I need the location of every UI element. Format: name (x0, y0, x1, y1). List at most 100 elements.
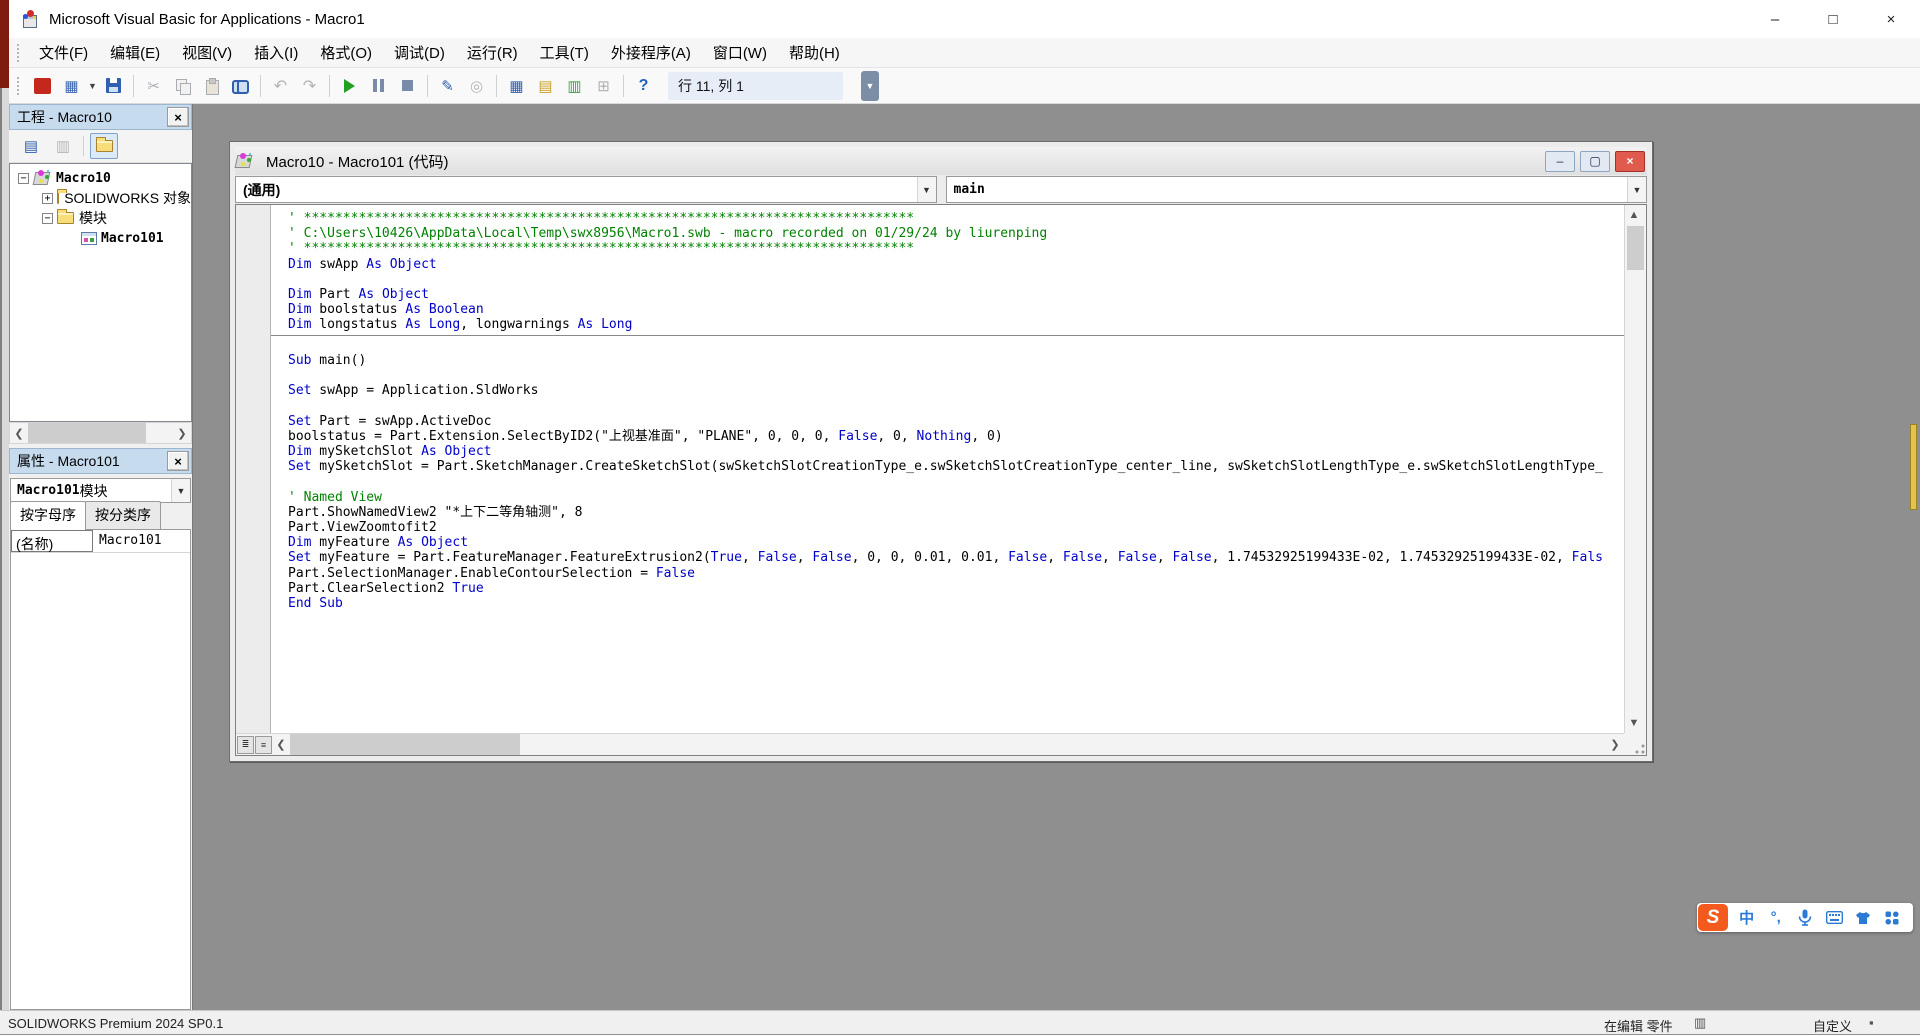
project-panel-close-button[interactable]: × (167, 107, 189, 127)
tree-expander[interactable]: + (42, 193, 53, 204)
code-line: Dim swApp As Object (288, 257, 1624, 272)
property-row[interactable]: (名称)Macro101 (11, 530, 190, 553)
help-button[interactable]: ? (630, 72, 657, 99)
object-type: 模块 (80, 481, 108, 501)
properties-panel-close-button[interactable]: × (167, 451, 189, 471)
code-window-restore-button[interactable]: ▢ (1580, 151, 1610, 172)
scroll-up-icon[interactable]: ▲ (1625, 205, 1643, 225)
status-customize[interactable]: 自定义 (1813, 1016, 1852, 1035)
menu-window[interactable]: 窗口(W) (702, 38, 778, 67)
tree-item-solidworks-[interactable]: +SOLIDWORKS 对象 (10, 188, 191, 208)
code-window-minimize-button[interactable]: – (1545, 151, 1575, 172)
status-pane-icon[interactable]: ▥ (1694, 1015, 1706, 1031)
tab-按字母序[interactable]: 按字母序 (10, 501, 86, 530)
redo-button[interactable]: ↷ (296, 72, 323, 99)
property-name-cell[interactable]: (名称) (11, 530, 93, 552)
menu-help[interactable]: 帮助(H) (778, 38, 851, 67)
close-button[interactable]: × (1862, 0, 1920, 38)
object-browser-button[interactable]: ▥ (561, 72, 588, 99)
menu-insert[interactable]: 插入(I) (243, 38, 309, 67)
resize-grip[interactable] (1624, 733, 1646, 755)
tree-expander[interactable]: − (18, 173, 29, 184)
reset-button[interactable] (394, 72, 421, 99)
run-macro-button[interactable] (336, 72, 363, 99)
view-code-button[interactable]: ▤ (17, 133, 45, 159)
voice-icon[interactable] (1790, 909, 1819, 926)
design-mode-button[interactable]: ✎ (434, 72, 461, 99)
keyboard-icon[interactable] (1820, 911, 1849, 924)
minimize-button[interactable]: – (1746, 0, 1804, 38)
code-editor[interactable]: ' **************************************… (235, 204, 1647, 756)
toolbox-icon[interactable] (1878, 911, 1907, 925)
project-tree: −Macro10+SOLIDWORKS 对象−模块Macro101 (9, 163, 192, 422)
code-window-titlebar[interactable]: Macro10 - Macro101 (代码) – ▢ × (235, 147, 1647, 175)
toolbar-overflow-button[interactable]: ▼ (861, 71, 879, 101)
menu-addins[interactable]: 外接程序(A) (600, 38, 702, 67)
code-vertical-scrollbar[interactable]: ▲ ▼ (1624, 205, 1646, 733)
scrollbar-thumb[interactable] (290, 734, 520, 755)
view-object-button[interactable]: ▥ (49, 133, 77, 159)
menu-file[interactable]: 文件(F) (28, 38, 99, 67)
cut-button[interactable]: ✂ (140, 72, 167, 99)
tree-item--[interactable]: −模块 (10, 208, 191, 228)
break-button[interactable] (365, 72, 392, 99)
properties-window-button[interactable]: ▤ (532, 72, 559, 99)
view-solidworks-button[interactable] (29, 72, 56, 99)
code-horizontal-scrollbar[interactable]: ≣ ≡ ❮ ❯ (236, 733, 1624, 755)
tab-按分类序[interactable]: 按分类序 (85, 501, 161, 529)
full-module-view-button[interactable]: ≣ (237, 736, 254, 754)
scroll-right-icon[interactable]: ❯ (1606, 734, 1624, 755)
object-browser-disabled-button[interactable]: ◎ (463, 72, 490, 99)
code-text[interactable]: ' **************************************… (271, 205, 1624, 733)
insert-userform-button[interactable]: ▦ (58, 72, 85, 99)
status-expand-icon[interactable]: ▪ (1869, 1015, 1874, 1030)
properties-object-selector[interactable]: Macro101 模块 ▼ (10, 478, 191, 503)
procedure-dropdown[interactable]: main ▼ (946, 176, 1648, 203)
property-value-cell[interactable]: Macro101 (93, 530, 190, 552)
copy-button[interactable] (169, 72, 196, 99)
code-line: Set myFeature = Part.FeatureManager.Feat… (288, 550, 1624, 565)
tree-item-macro10[interactable]: −Macro10 (10, 168, 191, 188)
dropdown-arrow-icon[interactable]: ▼ (86, 72, 99, 99)
toolbox-button[interactable]: ⊞ (590, 72, 617, 99)
menu-view[interactable]: 视图(V) (171, 38, 243, 67)
scroll-left-icon[interactable]: ❮ (272, 734, 290, 755)
maximize-button[interactable]: □ (1804, 0, 1862, 38)
paste-button[interactable] (198, 72, 225, 99)
procedure-view-button[interactable]: ≡ (255, 736, 272, 754)
object-dropdown[interactable]: (通用) ▼ (235, 176, 937, 203)
undo-button[interactable]: ↶ (267, 72, 294, 99)
chinese-mode-icon[interactable]: 中 (1732, 907, 1761, 928)
scroll-right-icon[interactable]: ❯ (173, 423, 191, 443)
menu-tools[interactable]: 工具(T) (529, 38, 600, 67)
tree-item-macro101[interactable]: Macro101 (10, 228, 191, 248)
toggle-folders-button[interactable] (90, 133, 118, 159)
project-explorer-button[interactable]: ▦ (503, 72, 530, 99)
toolbar-grip[interactable] (17, 77, 22, 95)
scroll-left-icon[interactable]: ❮ (10, 423, 28, 443)
punctuation-icon[interactable]: °, (1761, 909, 1790, 926)
code-margin-bar (236, 205, 271, 733)
toolbar-separator (496, 75, 497, 97)
chevron-down-icon[interactable]: ▼ (917, 177, 936, 202)
menu-format[interactable]: 格式(O) (309, 38, 383, 67)
project-tree-hscrollbar[interactable]: ❮ ❯ (9, 422, 192, 444)
toolbox-icon: ⊞ (597, 77, 610, 95)
code-line: ' **************************************… (288, 241, 1624, 256)
skin-icon[interactable] (1849, 911, 1878, 925)
scrollbar-thumb[interactable] (28, 423, 146, 443)
menu-edit[interactable]: 编辑(E) (99, 38, 171, 67)
chevron-down-icon[interactable]: ▼ (171, 479, 190, 502)
save-button[interactable] (100, 72, 127, 99)
menu-debug[interactable]: 调试(D) (383, 38, 456, 67)
code-keyword: As (358, 287, 374, 302)
find-button[interactable] (227, 72, 254, 99)
menu-run[interactable]: 运行(R) (456, 38, 529, 67)
tree-expander[interactable]: − (42, 213, 53, 224)
scroll-down-icon[interactable]: ▼ (1625, 713, 1643, 733)
chevron-down-icon[interactable]: ▼ (1627, 177, 1646, 202)
code-window-close-button[interactable]: × (1615, 151, 1645, 172)
sogou-logo[interactable]: S (1698, 904, 1728, 931)
scrollbar-thumb[interactable] (1627, 226, 1644, 270)
menubar-grip[interactable] (17, 44, 22, 62)
